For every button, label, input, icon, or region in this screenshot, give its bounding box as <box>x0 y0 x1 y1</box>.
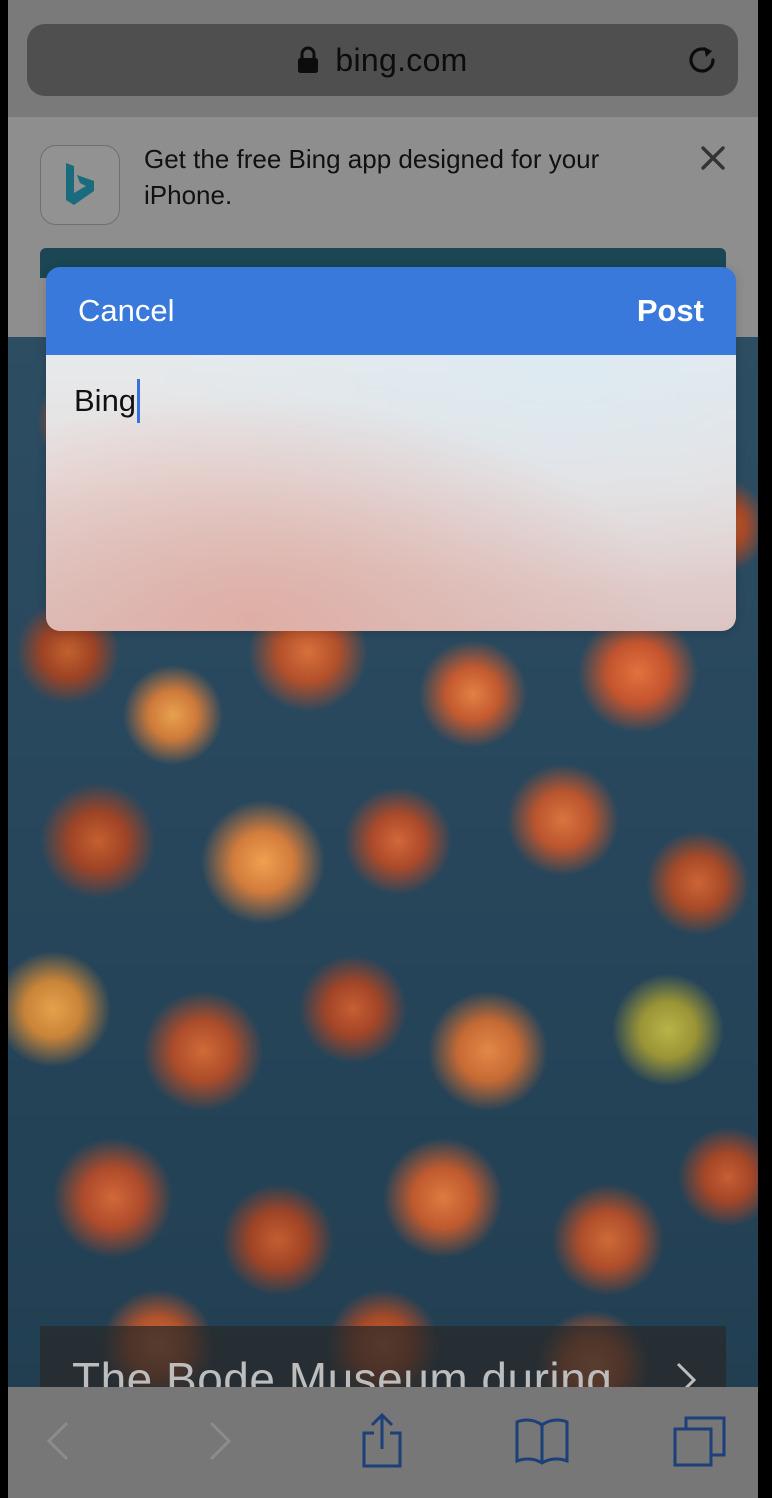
compose-area[interactable]: Bing <box>46 355 736 631</box>
url-text: bing.com <box>335 41 468 78</box>
address-bar[interactable]: bing.com <box>27 24 738 96</box>
phone-screen: bing.com Get the free Bing app designed … <box>8 0 758 1498</box>
chevron-right-icon <box>674 1360 700 1387</box>
bookmarks-icon[interactable] <box>514 1413 570 1469</box>
post-sheet: Cancel Post Bing <box>46 267 736 631</box>
reload-icon[interactable] <box>684 42 720 78</box>
back-icon[interactable] <box>38 1413 78 1469</box>
sheet-header: Cancel Post <box>46 267 736 355</box>
cancel-button[interactable]: Cancel <box>78 267 175 355</box>
post-button[interactable]: Post <box>637 267 704 355</box>
url-display[interactable]: bing.com <box>27 24 738 96</box>
compose-text-field[interactable]: Bing <box>74 379 714 423</box>
lock-icon <box>297 46 319 74</box>
forward-icon[interactable] <box>200 1413 240 1469</box>
browser-top-bar: bing.com <box>8 0 758 117</box>
bing-logo-icon[interactable] <box>40 145 120 225</box>
caption-text: The Bode Museum during <box>72 1353 613 1387</box>
tabs-icon[interactable] <box>672 1413 728 1469</box>
banner-message: Get the free Bing app designed for your … <box>144 144 600 210</box>
text-cursor <box>137 379 141 423</box>
share-icon[interactable] <box>358 1413 406 1469</box>
compose-text: Bing <box>74 383 137 418</box>
close-icon[interactable] <box>698 143 728 173</box>
browser-toolbar <box>8 1387 758 1498</box>
photo-caption[interactable]: The Bode Museum during <box>40 1326 726 1387</box>
